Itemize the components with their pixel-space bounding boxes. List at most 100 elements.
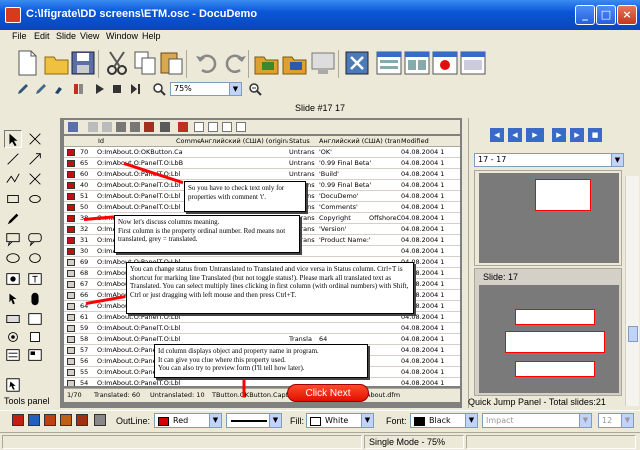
row-status[interactable]: Untrans xyxy=(289,158,319,168)
run-icon[interactable] xyxy=(92,82,106,96)
row-translated[interactable]: '0.99 Final Beta' xyxy=(319,158,374,168)
column-header-comment[interactable]: Comme xyxy=(176,136,200,146)
row-number[interactable]: 70 xyxy=(68,147,96,157)
paste-icon[interactable] xyxy=(156,48,186,78)
new-file-icon[interactable] xyxy=(12,48,42,78)
row-translated[interactable]: 'Comments' xyxy=(319,202,374,212)
layout-1-icon[interactable] xyxy=(374,48,404,78)
layout-2-icon[interactable] xyxy=(402,48,432,78)
menu-edit[interactable]: Edit xyxy=(34,31,50,41)
callout-round-icon[interactable] xyxy=(26,230,44,248)
font-size-select[interactable]: 12 ▼ xyxy=(598,413,634,428)
row-number[interactable]: 55 xyxy=(68,367,96,377)
column-header-modified[interactable]: Modified xyxy=(401,136,429,146)
color-scheme-icon[interactable] xyxy=(12,414,24,426)
table-row[interactable]: 54 O:ImAbout.O:PanelT.O:Lbl 04.08.2004 1 xyxy=(64,378,460,386)
row-translated[interactable]: 'Build' xyxy=(319,169,374,179)
row-status[interactable]: Untrans xyxy=(289,147,319,157)
layout-3-icon[interactable] xyxy=(458,48,488,78)
row-number[interactable]: 31 xyxy=(68,235,96,245)
play-icon[interactable] xyxy=(72,82,86,96)
maximize-button[interactable]: □ xyxy=(596,5,616,25)
scrollbar-thumb[interactable] xyxy=(628,326,638,342)
click-next-button[interactable]: Click Next xyxy=(287,384,369,402)
zoom-select[interactable]: 75% ▼ xyxy=(170,82,242,96)
end-slide-icon[interactable]: ■ xyxy=(588,128,602,142)
menu-help[interactable]: Help xyxy=(142,31,161,41)
form-icon[interactable] xyxy=(26,346,44,364)
color-scheme-icon[interactable] xyxy=(76,414,88,426)
zoom-out-icon[interactable] xyxy=(248,82,262,96)
hotspot-icon[interactable] xyxy=(4,376,22,394)
outline-color-select[interactable]: Red ▼ xyxy=(154,413,222,428)
column-header-id[interactable]: Id xyxy=(98,136,104,146)
row-number[interactable]: 57 xyxy=(68,345,96,355)
menu-view[interactable]: View xyxy=(80,31,99,41)
callout-oval-icon[interactable] xyxy=(4,250,22,268)
row-number[interactable]: 40 xyxy=(68,180,96,190)
prev-slide-icon[interactable]: ◀ xyxy=(508,128,522,142)
row-translated[interactable]: 'DocuDemo' xyxy=(319,191,374,201)
pencil-icon[interactable] xyxy=(4,210,22,228)
font-name-select[interactable]: Impact ▼ xyxy=(482,413,592,428)
row-number[interactable]: 67 xyxy=(68,279,96,289)
cross-arrow-icon[interactable] xyxy=(26,170,44,188)
font-color-select[interactable]: Black ▼ xyxy=(410,413,478,428)
column-header-translated[interactable]: Английский (США) (translate xyxy=(319,136,401,146)
edit-icon[interactable] xyxy=(34,82,48,96)
row-status[interactable]: Transla xyxy=(289,334,319,344)
color-scheme-icon[interactable] xyxy=(94,414,106,426)
line-icon[interactable] xyxy=(4,150,22,168)
rectangle-icon[interactable] xyxy=(4,190,22,208)
polyline-icon[interactable] xyxy=(4,170,22,188)
slide-thumbnail-prev[interactable] xyxy=(474,170,622,266)
fill-color-select[interactable]: White ▼ xyxy=(306,413,374,428)
row-number[interactable]: 66 xyxy=(68,290,96,300)
row-number[interactable]: 32 xyxy=(68,224,96,234)
row-number[interactable]: 50 xyxy=(68,202,96,212)
first-slide-icon[interactable]: ◀ xyxy=(490,128,504,142)
undo-icon[interactable] xyxy=(192,48,222,78)
table-row[interactable]: 59 O:ImAbout.O:PanelT.O:Lbl 04.08.2004 1 xyxy=(64,323,460,334)
row-number[interactable]: 60 xyxy=(68,169,96,179)
row-translated[interactable]: 'Version' xyxy=(319,224,374,234)
row-number[interactable]: 58 xyxy=(68,334,96,344)
row-number[interactable]: 65 xyxy=(68,158,96,168)
pen-icon[interactable] xyxy=(16,82,30,96)
close-button[interactable]: × xyxy=(617,5,637,25)
play-slides-icon[interactable]: ▶ xyxy=(526,128,544,142)
color-scheme-icon[interactable] xyxy=(44,414,56,426)
checkbox-icon[interactable] xyxy=(26,328,44,346)
row-number[interactable]: 61 xyxy=(68,312,96,322)
menu-file[interactable]: File xyxy=(12,31,27,41)
column-header-original[interactable]: Английский (США) (original) xyxy=(200,136,288,146)
stop-icon[interactable] xyxy=(110,82,124,96)
table-row[interactable]: 70 O:ImAbout.O:OKButton.Ca Untrans 'OK' 04.0… xyxy=(64,147,460,158)
row-translated[interactable]: Copyright xyxy=(319,213,374,223)
arrow-line-icon[interactable] xyxy=(26,150,44,168)
color-scheme-icon[interactable] xyxy=(60,414,72,426)
row-number[interactable]: 54 xyxy=(68,378,96,386)
menu-window[interactable]: Window xyxy=(106,31,138,41)
row-number[interactable]: 59 xyxy=(68,323,96,333)
zoom-icon[interactable] xyxy=(152,82,166,96)
last-slide-icon[interactable]: ▶ xyxy=(570,128,584,142)
export-slides-icon[interactable] xyxy=(280,48,310,78)
menu-slide[interactable]: Slide xyxy=(56,31,76,41)
table-row[interactable]: 60 O:ImAbout.O:PanelT.O:Lbl Untrans 'Build'… xyxy=(64,169,460,180)
image-icon[interactable] xyxy=(4,270,22,288)
color-scheme-icon[interactable] xyxy=(28,414,40,426)
minimize-button[interactable]: _ xyxy=(575,5,595,25)
screen-capture-icon[interactable] xyxy=(308,48,338,78)
mouse-icon[interactable] xyxy=(26,290,44,308)
row-number[interactable]: 69 xyxy=(68,257,96,267)
slide-thumbnail-current[interactable]: Slide: 17 xyxy=(474,268,622,396)
ellipse-icon[interactable] xyxy=(26,190,44,208)
settings-tools-icon[interactable] xyxy=(342,48,372,78)
row-number[interactable]: 30 xyxy=(68,246,96,256)
panel-icon[interactable] xyxy=(26,310,44,328)
next-slide-icon[interactable]: ▶ xyxy=(552,128,566,142)
cursor-icon[interactable] xyxy=(4,290,22,308)
text-icon[interactable] xyxy=(26,270,44,288)
save-icon[interactable] xyxy=(68,48,98,78)
